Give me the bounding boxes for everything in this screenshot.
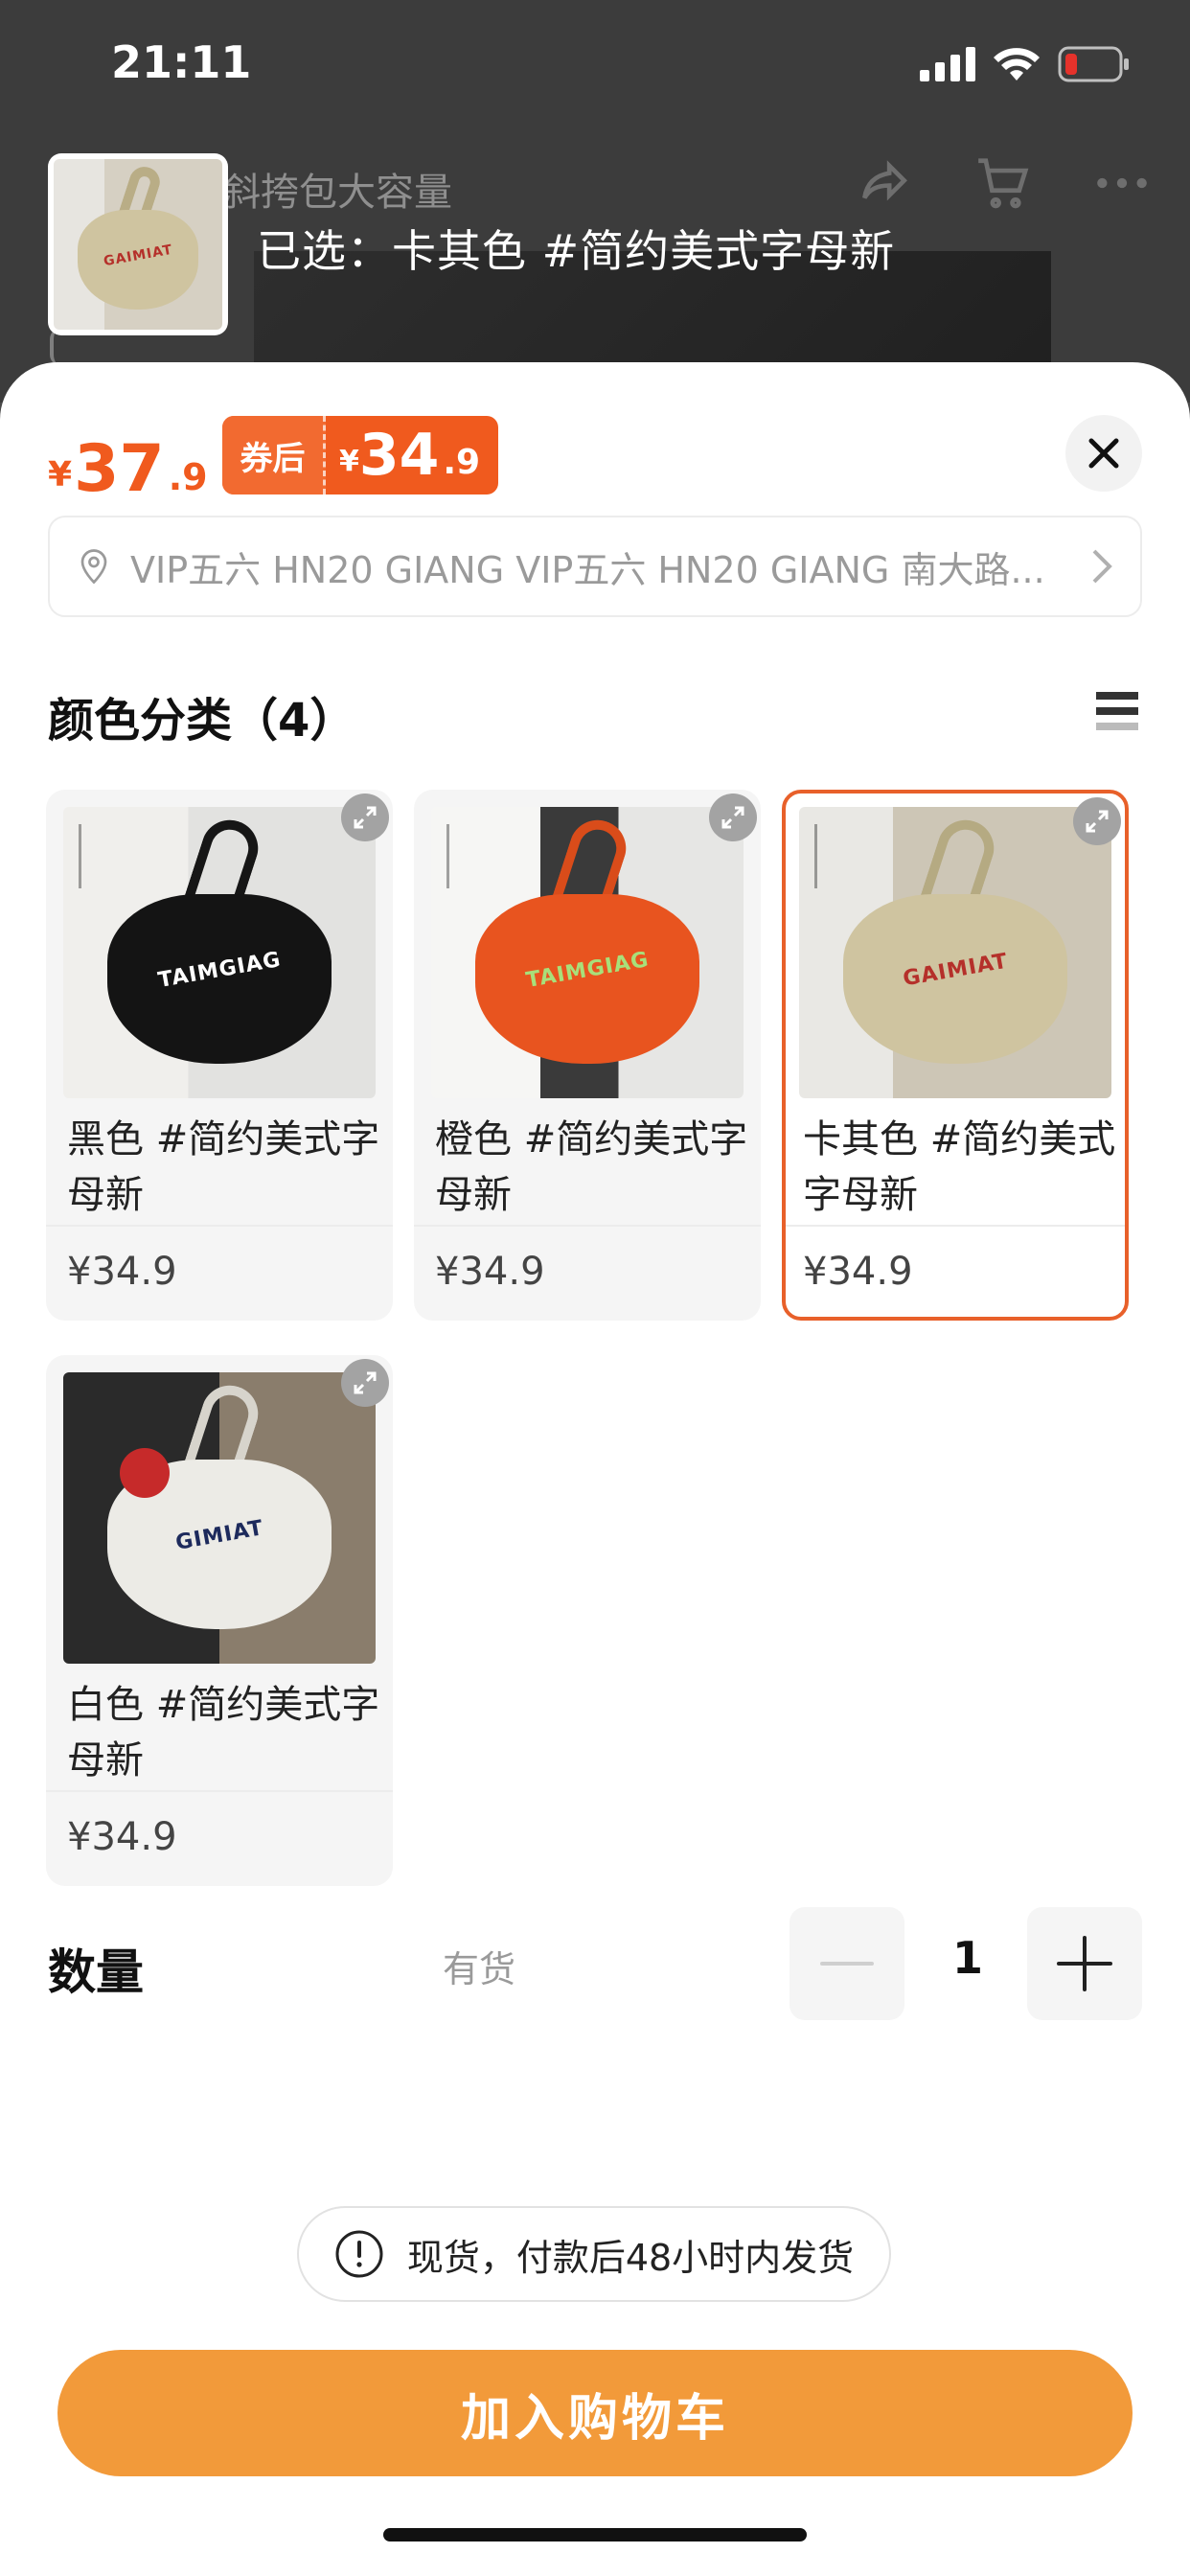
quantity-label: 数量 — [48, 1944, 144, 2000]
signal-icon — [920, 47, 975, 81]
expand-icon — [354, 806, 377, 829]
expand-icon — [354, 1371, 377, 1394]
expand-image-button[interactable] — [341, 1359, 389, 1407]
quantity-increase-button[interactable] — [1027, 1907, 1142, 2020]
variant-price: ¥34.9 — [435, 1250, 545, 1294]
status-time: 21:11 — [111, 36, 252, 88]
list-view-icon[interactable] — [1094, 688, 1140, 734]
quantity-decrease-button[interactable] — [790, 1907, 904, 2020]
coupon-tag: 券后 — [222, 416, 326, 494]
bag-image: TAIMGIAG — [431, 807, 744, 1098]
variant-price: ¥34.9 — [803, 1250, 913, 1294]
bag-image: TAIMGIAG — [63, 807, 376, 1098]
variant-card-black[interactable]: TAIMGIAG 黑色 #简约美式字母新 ¥34.9 — [46, 790, 393, 1321]
selected-variant-label: 已选：卡其色 #简约美式字母新 — [257, 225, 896, 277]
status-bar: 21:11 — [0, 0, 1190, 125]
expand-icon — [721, 806, 744, 829]
expand-image-button[interactable] — [1073, 797, 1121, 845]
status-icons — [920, 46, 1131, 82]
coupon-price: ¥ 34 .9 — [326, 426, 480, 484]
variant-price: ¥34.9 — [67, 1250, 177, 1294]
bag-image: GIMIAT — [63, 1372, 376, 1664]
close-button[interactable] — [1065, 415, 1142, 492]
stock-status: 有货 — [443, 1948, 516, 1990]
quantity-value[interactable]: 1 — [920, 1932, 1016, 1984]
expand-image-button[interactable] — [709, 794, 757, 841]
variant-image: TAIMGIAG — [431, 807, 744, 1098]
variant-name: 黑色 #简约美式字母新 — [67, 1117, 380, 1217]
bag-charm — [119, 1448, 170, 1499]
close-icon — [1088, 438, 1119, 469]
variant-image: TAIMGIAG — [63, 807, 376, 1098]
variant-name: 卡其色 #简约美式字母新 — [803, 1117, 1116, 1217]
home-indicator — [383, 2528, 807, 2542]
add-to-cart-button[interactable]: 加入购物车 — [57, 2350, 1133, 2476]
variant-name: 橙色 #简约美式字母新 — [435, 1117, 748, 1217]
variant-image: GAIMIAT — [799, 807, 1111, 1098]
coupon-integer: 34 — [358, 422, 440, 489]
delivery-address[interactable]: VIP五六 HN20 GIANG VIP五六 HN20 GIANG 南大路... — [48, 516, 1142, 617]
chevron-right-icon — [1092, 549, 1112, 584]
variant-card-orange[interactable]: TAIMGIAG 橙色 #简约美式字母新 ¥34.9 — [414, 790, 761, 1321]
exclamation-icon — [335, 2230, 383, 2278]
address-text: VIP五六 HN20 GIANG VIP五六 HN20 GIANG 南大路... — [130, 548, 1045, 591]
more-icon[interactable] — [1092, 153, 1152, 213]
minus-icon — [820, 1962, 874, 1966]
battery-icon — [1058, 46, 1129, 82]
original-price: ¥ 37 .9 — [48, 422, 208, 502]
price-currency: ¥ — [48, 455, 73, 494]
plus-icon — [1057, 1936, 1112, 1991]
coupon-decimal: .9 — [443, 443, 481, 482]
location-pin-icon — [80, 549, 107, 585]
coupon-currency: ¥ — [339, 445, 359, 478]
expand-image-button[interactable] — [341, 794, 389, 841]
wifi-icon — [994, 48, 1040, 80]
cart-icon[interactable] — [973, 153, 1033, 213]
shipping-notice-text: 现货，付款后48小时内发货 — [406, 2236, 855, 2279]
variant-card-white[interactable]: GIMIAT 白色 #简约美式字母新 ¥34.9 — [46, 1355, 393, 1886]
variant-image: GIMIAT — [63, 1372, 376, 1664]
bag-image: GAIMIAT — [799, 807, 1111, 1098]
variant-price: ¥34.9 — [67, 1815, 177, 1859]
sku-selector-sheet: ¥ 37 .9 券后 ¥ 34 .9 VIP五六 HN20 GIANG VIP五… — [0, 362, 1190, 2576]
coupon-price-badge: 券后 ¥ 34 .9 — [222, 416, 498, 494]
expand-icon — [1086, 810, 1109, 833]
variant-name: 白色 #简约美式字母新 — [67, 1683, 380, 1782]
variant-card-khaki[interactable]: GAIMIAT 卡其色 #简约美式字母新 ¥34.9 — [782, 790, 1129, 1321]
price-decimal: .9 — [168, 456, 208, 498]
color-category-title: 颜色分类（4） — [48, 694, 356, 748]
background-product-title: 斜挎包大容量 — [222, 171, 452, 215]
background-toolbar — [855, 153, 1152, 213]
shipping-notice: 现货，付款后48小时内发货 — [297, 2206, 891, 2302]
price-integer: 37 — [74, 431, 165, 507]
bag-image: GAIMIAT — [54, 159, 222, 330]
selected-variant-thumbnail[interactable]: GAIMIAT — [48, 153, 228, 335]
share-icon[interactable] — [855, 153, 914, 213]
